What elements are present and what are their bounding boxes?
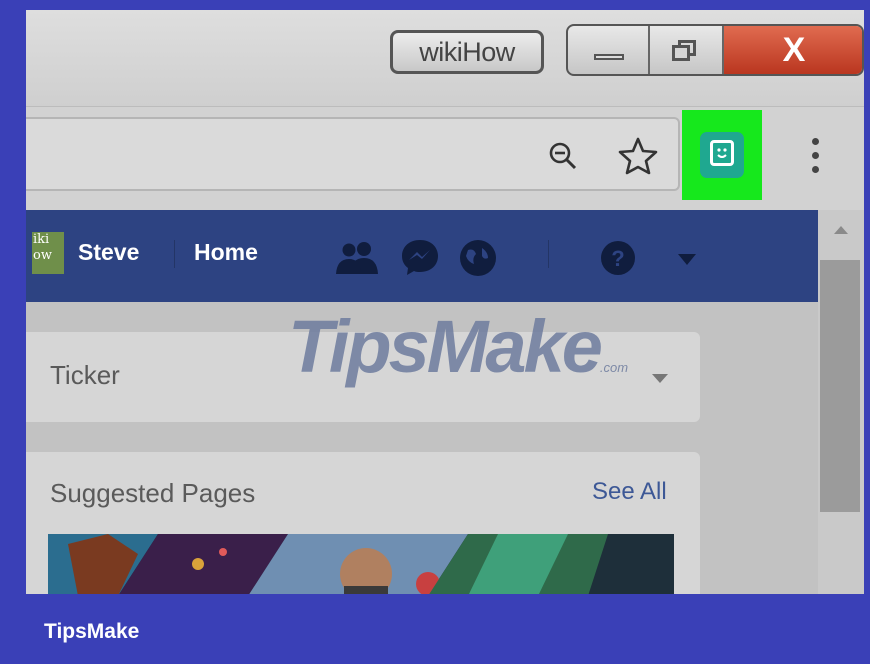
suggested-pages-title: Suggested Pages [50,478,256,508]
see-all-link[interactable]: See All [592,478,667,506]
restore-button[interactable] [650,26,724,74]
help-icon[interactable]: ? [600,240,636,276]
facebook-navbar: iki ow Steve Home ? [26,210,818,302]
messenger-icon[interactable] [400,238,440,276]
suggested-pages-card: Suggested Pages See All [26,452,700,594]
profile-link[interactable]: Steve [78,232,139,272]
zoom-out-icon[interactable] [548,141,578,171]
friends-icon[interactable] [334,240,382,274]
scrollbar-thumb[interactable] [820,260,860,512]
chevron-down-icon[interactable] [652,374,668,383]
star-icon[interactable] [618,137,658,175]
minimize-button[interactable] [568,26,650,74]
profile-tab[interactable]: wikiHow [390,30,544,74]
window-controls: X [566,24,864,76]
dropdown-caret-icon[interactable] [678,254,696,266]
nav-divider [548,240,549,268]
footer-brand: TipsMake [44,620,140,643]
scroll-up-icon[interactable] [834,226,848,234]
bitmoji-extension-icon[interactable] [700,132,744,178]
suggested-page-image[interactable] [48,534,674,594]
scrollbar[interactable] [818,210,864,594]
image-frame: wikiHow X iki ow Steve Home ? Ticker Sug… [0,0,870,664]
ticker-title: Ticker [50,360,120,390]
globe-icon[interactable] [458,238,498,278]
browser-screenshot: wikiHow X iki ow Steve Home ? Ticker Sug… [26,10,864,594]
svg-text:?: ? [611,246,624,271]
kebab-menu-icon[interactable] [810,138,820,178]
window-titlebar: wikiHow X [26,10,864,106]
address-bar[interactable] [26,117,680,191]
minimize-icon [594,54,624,60]
avatar[interactable]: iki ow [32,232,64,274]
watermark: TipsMake.com [288,305,629,388]
home-link[interactable]: Home [194,232,258,272]
close-button[interactable]: X [724,26,862,74]
nav-divider [174,240,175,268]
